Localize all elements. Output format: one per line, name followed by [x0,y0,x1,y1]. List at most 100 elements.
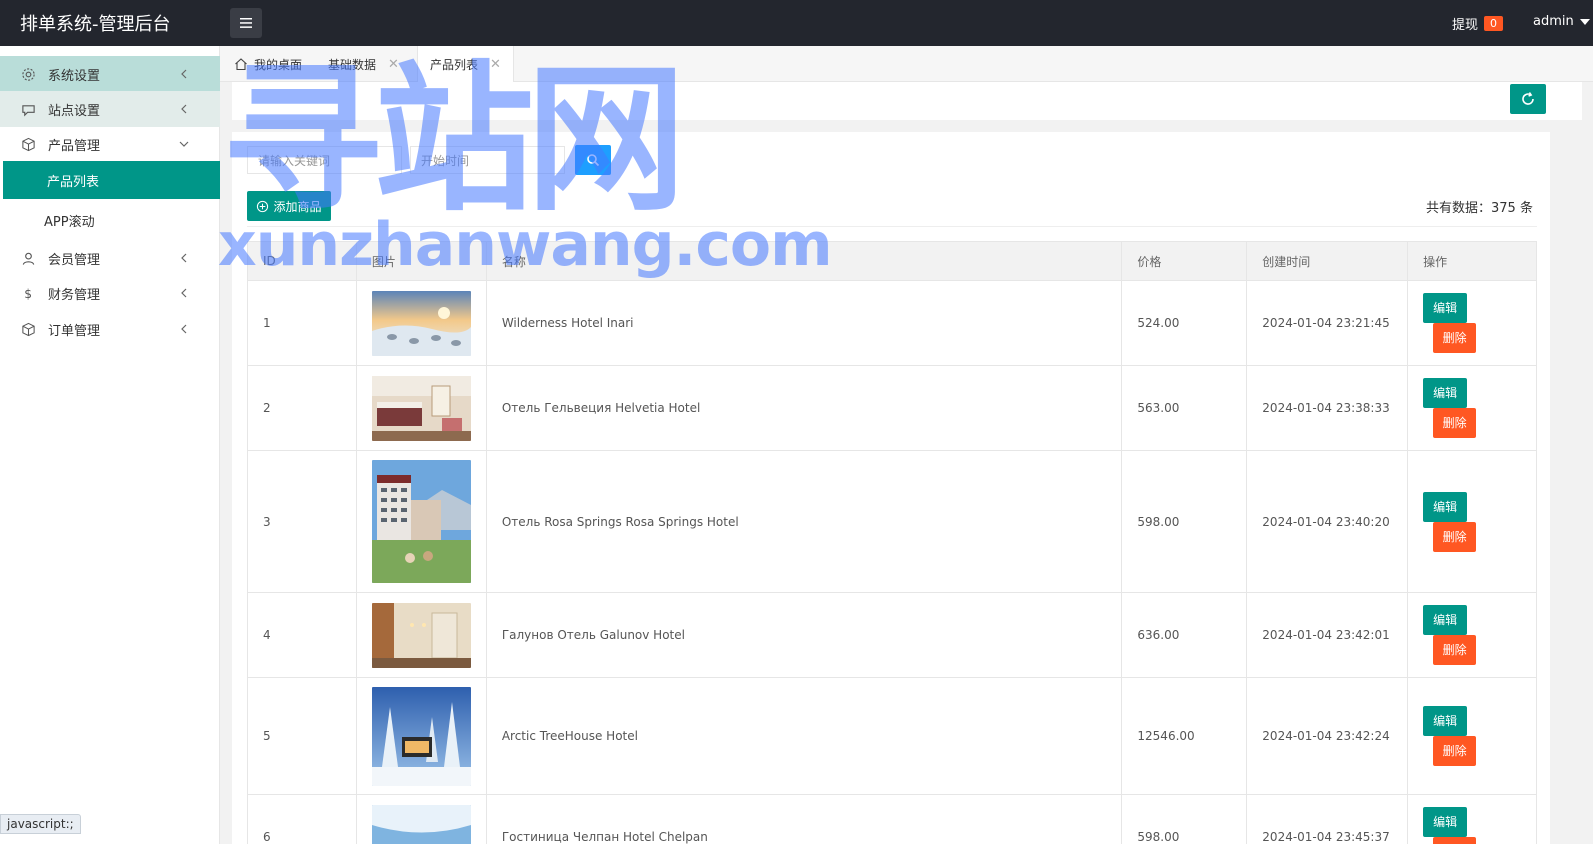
edit-button[interactable]: 编辑 [1423,706,1468,736]
withdraw-count-badge: 0 [1484,16,1504,31]
search-button[interactable] [575,145,611,175]
cell-image [355,592,487,678]
edit-button[interactable]: 编辑 [1423,378,1468,408]
cell-id: 2 [247,365,357,451]
withdraw-label: 提现 [1452,18,1479,33]
sidebar-item-site-settings[interactable]: 站点设置 [0,91,220,127]
chevron-left-icon [181,104,187,114]
divider [247,226,1537,227]
caret-down-icon [1579,18,1590,25]
cell-actions: 编辑 删除 [1407,592,1537,678]
edit-button[interactable]: 编辑 [1423,605,1468,635]
cell-price: 636.00 [1121,592,1248,678]
cell-name: Отель Гельвеция Helvetia Hotel [485,365,1123,451]
sidebar-subitem-product-list[interactable]: 产品列表 [3,161,220,199]
menu-toggle-button[interactable] [230,8,262,38]
cell-price: 12546.00 [1121,677,1248,795]
sidebar-item-label: 系统设置 [48,68,101,84]
cell-actions: 编辑 删除 [1407,794,1537,844]
chevron-left-icon [181,324,187,334]
cell-price: 598.00 [1121,450,1248,593]
close-icon[interactable]: ✕ [388,57,399,72]
sidebar-item-finance-management[interactable]: $ 财务管理 [0,275,220,311]
delete-button[interactable]: 删除 [1433,736,1477,766]
keyword-search-input[interactable]: 请输入关键词 [247,146,402,174]
hamburger-icon [240,18,252,28]
edit-button[interactable]: 编辑 [1423,293,1468,323]
delete-button[interactable]: 删除 [1433,408,1477,438]
close-icon[interactable]: ✕ [490,57,501,72]
cell-name: Отель Rosa Springs Rosa Springs Hotel [485,450,1123,593]
cell-name: Гостиница Челпан Hotel Chelpan [485,794,1123,844]
total-count: 共有数据：375 条 [1426,201,1533,216]
cell-name: Галунов Отель Galunov Hotel [485,592,1123,678]
cell-price: 563.00 [1121,365,1248,451]
add-product-button[interactable]: 添加商品 [247,191,331,221]
table-row: 6 Гостиница Челпан Hotel Chelpan 598.00 … [247,794,1537,844]
column-header-created: 创建时间 [1246,241,1409,281]
delete-button[interactable]: 删除 [1433,521,1477,552]
table-row: 2 Отель Гельвеция Helvetia Hotel 563.00 … [247,365,1537,451]
column-header-id: ID [247,241,357,281]
tab-label: 产品列表 [430,58,479,72]
product-table: ID 图片 名称 价格 创建时间 操作 1 Wilderness Hotel I… [247,241,1537,844]
cell-actions: 编辑 删除 [1407,677,1537,795]
tab-product-list[interactable]: 产品列表 ✕ [417,46,514,83]
product-thumbnail[interactable] [371,375,471,441]
edit-button[interactable]: 编辑 [1423,491,1468,522]
user-menu[interactable]: admin [1533,14,1590,29]
delete-button[interactable]: 删除 [1433,635,1477,665]
cube-icon [20,136,36,152]
keyword-placeholder: 请输入关键词 [258,153,331,168]
cell-name: Wilderness Hotel Inari [485,280,1123,366]
sidebar-item-label: 产品管理 [48,138,101,154]
cell-actions: 编辑 删除 [1407,450,1537,593]
cell-price: 598.00 [1121,794,1248,844]
app-title: 排单系统-管理后台 [20,14,171,35]
product-thumbnail[interactable] [371,460,471,583]
sidebar-item-system-settings[interactable]: 系统设置 [0,56,220,92]
dollar-icon: $ [20,285,36,301]
cell-created: 2024-01-04 23:38:33 [1246,365,1409,451]
product-thumbnail[interactable] [371,602,471,668]
cell-image [355,365,487,451]
sidebar-item-order-management[interactable]: 订单管理 [0,311,220,347]
product-thumbnail[interactable] [371,290,471,356]
refresh-icon [1522,92,1534,105]
table-row: 3 Отель Rosa Springs Rosa Springs Hotel … [247,450,1537,593]
top-header: 排单系统-管理后台 提现 0 admin [0,0,1593,46]
chat-icon [20,101,36,117]
cell-image [355,677,487,795]
gear-icon [20,66,36,82]
column-header-name: 名称 [485,241,1123,281]
cell-name: Arctic TreeHouse Hotel [485,677,1123,795]
table-header-row: ID 图片 名称 价格 创建时间 操作 [247,241,1537,281]
tab-my-desktop[interactable]: 我的桌面 [222,46,314,82]
cell-image [355,794,487,844]
page-toolbar [232,82,1582,120]
table-row: 1 Wilderness Hotel Inari 524.00 2024-01-… [247,280,1537,366]
column-header-price: 价格 [1121,241,1248,281]
chevron-left-icon [181,288,187,298]
product-thumbnail[interactable] [371,686,471,786]
sidebar-item-member-management[interactable]: 会员管理 [0,240,220,276]
cube-icon [20,321,36,337]
tab-basic-data[interactable]: 基础数据 ✕ [316,46,411,82]
edit-button[interactable]: 编辑 [1423,807,1468,837]
search-icon [587,154,600,167]
table-row: 5 Arctic TreeHouse Hotel 12546.00 2024-0… [247,677,1537,795]
sidebar-item-label: 会员管理 [48,252,101,268]
start-date-input[interactable]: 开始时间 [410,146,565,174]
sidebar-subitem-app-scroll[interactable]: APP滚动 [0,201,220,239]
cell-created: 2024-01-04 23:40:20 [1246,450,1409,593]
sidebar-item-product-management[interactable]: 产品管理 [0,126,220,162]
delete-button[interactable]: 删除 [1433,323,1477,353]
withdraw-link[interactable]: 提现 0 [1452,14,1504,33]
cell-id: 6 [247,794,357,844]
refresh-button[interactable] [1510,84,1546,114]
delete-button[interactable]: 删除 [1433,837,1477,844]
cell-created: 2024-01-04 23:42:01 [1246,592,1409,678]
cell-id: 4 [247,592,357,678]
product-thumbnail[interactable] [371,804,471,844]
sidebar-item-label: 订单管理 [48,323,101,339]
